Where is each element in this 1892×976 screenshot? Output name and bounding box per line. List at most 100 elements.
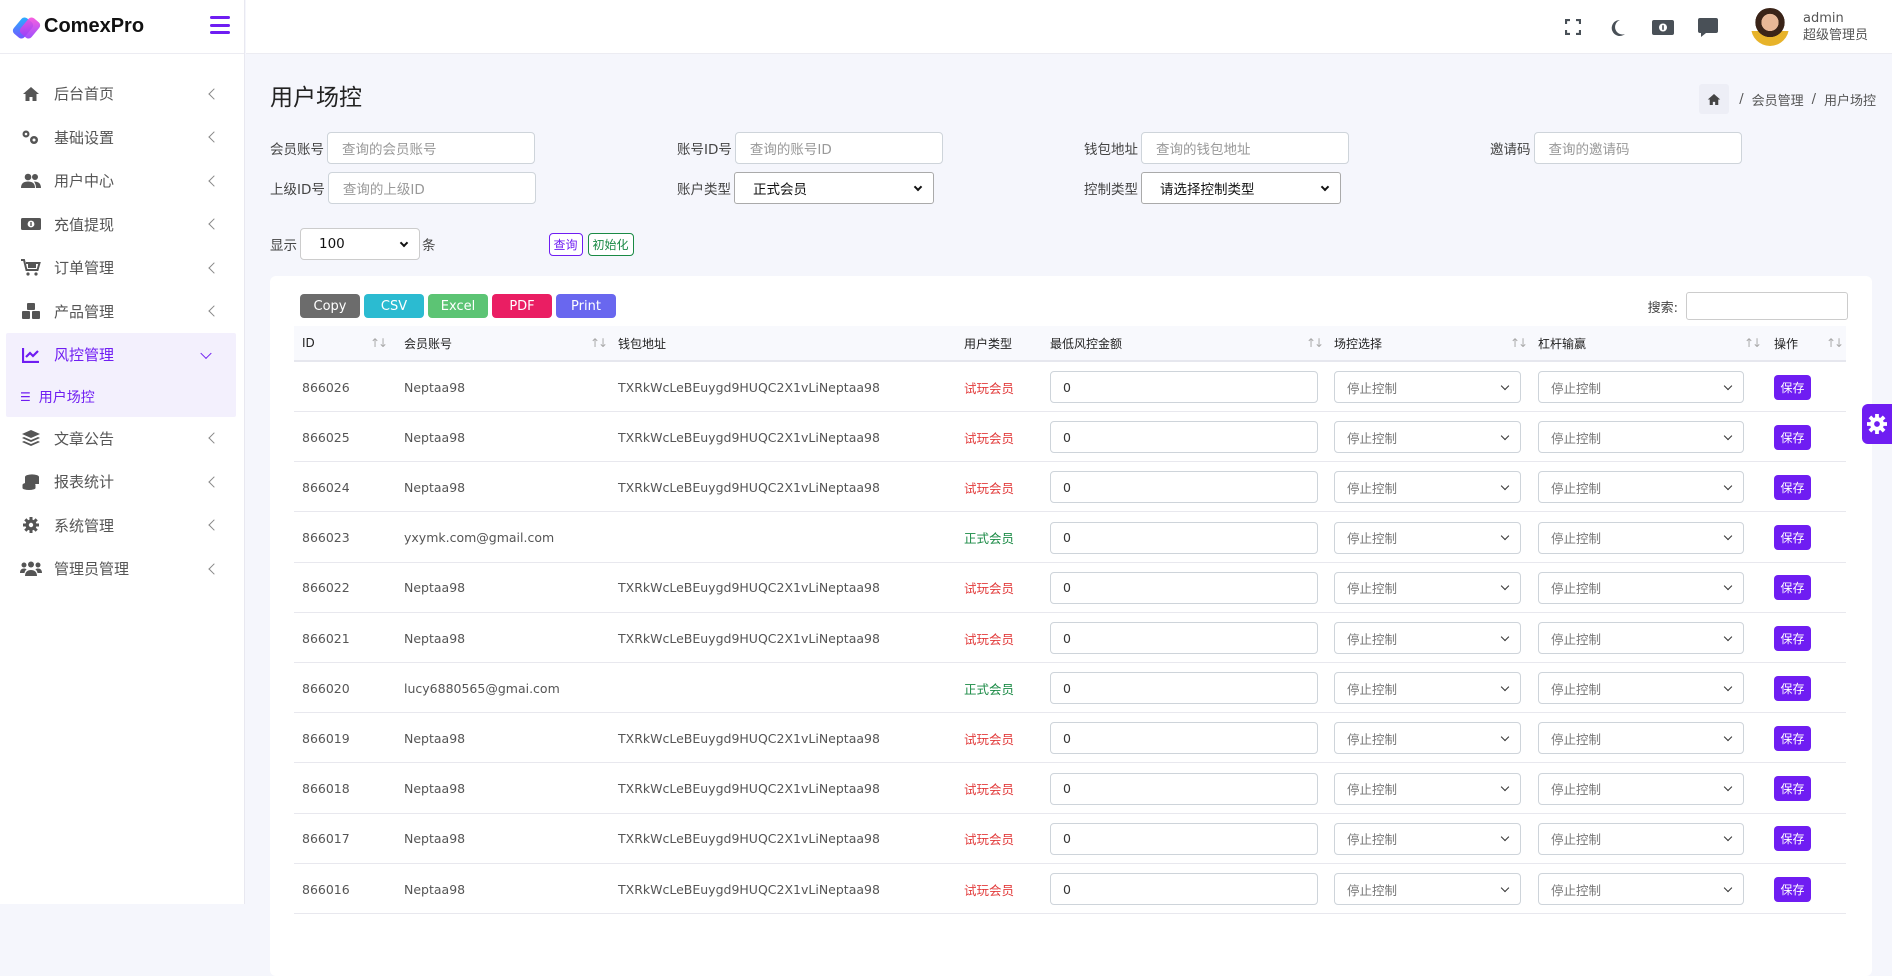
- save-button[interactable]: 保存: [1774, 726, 1811, 751]
- member-account-input[interactable]: 查询的会员账号: [327, 132, 535, 164]
- control-select[interactable]: 停止控制: [1334, 572, 1521, 604]
- sort-icon[interactable]: ↑↓: [370, 336, 386, 350]
- leverage-select[interactable]: 停止控制: [1538, 522, 1744, 554]
- min-amount-input[interactable]: 0: [1050, 471, 1318, 503]
- save-button[interactable]: 保存: [1774, 626, 1811, 651]
- sidebar-item-articles[interactable]: 文章公告: [0, 417, 244, 461]
- invite-code-input[interactable]: 查询的邀请码: [1534, 132, 1742, 164]
- min-amount-input[interactable]: 0: [1050, 572, 1318, 604]
- column-header-user-type[interactable]: 用户类型: [964, 335, 1012, 352]
- reset-button[interactable]: 初始化: [588, 233, 634, 256]
- fullscreen-icon[interactable]: [1551, 0, 1596, 54]
- leverage-select[interactable]: 停止控制: [1538, 672, 1744, 704]
- column-header-min-amount[interactable]: 最低风控金额: [1050, 335, 1122, 352]
- min-amount-input[interactable]: 0: [1050, 522, 1318, 554]
- min-amount-input[interactable]: 0: [1050, 622, 1318, 654]
- control-select[interactable]: 停止控制: [1334, 371, 1521, 403]
- min-amount-input[interactable]: 0: [1050, 672, 1318, 704]
- cell-user-type: 试玩会员: [964, 814, 1014, 864]
- sidebar-item-admins[interactable]: 管理员管理: [0, 547, 244, 591]
- parent-id-label: 上级ID号: [270, 178, 325, 198]
- excel-button[interactable]: Excel: [428, 294, 488, 318]
- wallet-input[interactable]: 查询的钱包地址: [1141, 132, 1349, 164]
- breadcrumb-home-icon[interactable]: [1699, 84, 1729, 114]
- sidebar-item-basic-settings[interactable]: 基础设置: [0, 116, 244, 160]
- money-icon[interactable]: [1641, 0, 1686, 54]
- copy-button[interactable]: Copy: [300, 294, 360, 318]
- save-button[interactable]: 保存: [1774, 525, 1811, 550]
- column-header-control[interactable]: 场控选择: [1334, 335, 1382, 352]
- sort-icon[interactable]: ↑↓: [1306, 336, 1322, 350]
- leverage-select[interactable]: 停止控制: [1538, 622, 1744, 654]
- save-button[interactable]: 保存: [1774, 375, 1811, 400]
- sidebar-item-products[interactable]: 产品管理: [0, 290, 244, 334]
- page-size-select[interactable]: 100: [300, 228, 420, 260]
- min-amount-input[interactable]: 0: [1050, 421, 1318, 453]
- sidebar-item-orders[interactable]: 订单管理: [0, 246, 244, 290]
- save-button[interactable]: 保存: [1774, 425, 1811, 450]
- breadcrumb-item[interactable]: 会员管理: [1752, 90, 1804, 109]
- leverage-select[interactable]: 停止控制: [1538, 823, 1744, 855]
- column-header-wallet[interactable]: 钱包地址: [618, 335, 666, 352]
- column-header-action[interactable]: 操作: [1774, 335, 1798, 352]
- save-button[interactable]: 保存: [1774, 575, 1811, 600]
- user-info[interactable]: admin 超级管理员: [1803, 10, 1868, 44]
- account-id-input[interactable]: 查询的账号ID: [735, 132, 943, 164]
- leverage-select[interactable]: 停止控制: [1538, 722, 1744, 754]
- sidebar-item-user-center[interactable]: 用户中心: [0, 159, 244, 203]
- control-select[interactable]: 停止控制: [1334, 522, 1521, 554]
- leverage-select[interactable]: 停止控制: [1538, 421, 1744, 453]
- leverage-select[interactable]: 停止控制: [1538, 371, 1744, 403]
- logo[interactable]: ComexPro: [0, 0, 244, 54]
- save-button[interactable]: 保存: [1774, 877, 1811, 902]
- sort-icon[interactable]: ↑↓: [1744, 336, 1760, 350]
- settings-gear-icon[interactable]: [1862, 404, 1892, 444]
- menu-toggle-icon[interactable]: [210, 16, 230, 34]
- min-amount-input[interactable]: 0: [1050, 823, 1318, 855]
- sidebar-subitem-user-control[interactable]: ☰ 用户场控: [6, 377, 236, 417]
- control-select[interactable]: 停止控制: [1334, 421, 1521, 453]
- sidebar-item-dashboard[interactable]: 后台首页: [0, 72, 244, 116]
- leverage-select[interactable]: 停止控制: [1538, 471, 1744, 503]
- column-header-id[interactable]: ID: [302, 336, 315, 350]
- print-button[interactable]: Print: [556, 294, 616, 318]
- cell-user-type: 试玩会员: [964, 864, 1014, 914]
- leverage-select[interactable]: 停止控制: [1538, 873, 1744, 905]
- control-select[interactable]: 停止控制: [1334, 471, 1521, 503]
- sort-icon[interactable]: ↑↓: [1826, 336, 1842, 350]
- control-select[interactable]: 停止控制: [1334, 773, 1521, 805]
- avatar[interactable]: [1751, 8, 1789, 46]
- min-amount-input[interactable]: 0: [1050, 873, 1318, 905]
- column-header-leverage[interactable]: 杠杆输赢: [1538, 335, 1586, 352]
- control-select[interactable]: 停止控制: [1334, 722, 1521, 754]
- leverage-select[interactable]: 停止控制: [1538, 572, 1744, 604]
- control-select[interactable]: 停止控制: [1334, 873, 1521, 905]
- min-amount-input[interactable]: 0: [1050, 773, 1318, 805]
- save-button[interactable]: 保存: [1774, 776, 1811, 801]
- account-type-select[interactable]: 正式会员: [734, 172, 934, 204]
- sidebar-item-risk-control[interactable]: 风控管理: [6, 333, 236, 377]
- pdf-button[interactable]: PDF: [492, 294, 552, 318]
- comment-icon[interactable]: [1686, 0, 1731, 54]
- save-button[interactable]: 保存: [1774, 676, 1811, 701]
- column-header-account[interactable]: 会员账号: [404, 335, 452, 352]
- save-button[interactable]: 保存: [1774, 826, 1811, 851]
- min-amount-input[interactable]: 0: [1050, 722, 1318, 754]
- moon-icon[interactable]: [1596, 0, 1641, 54]
- leverage-select[interactable]: 停止控制: [1538, 773, 1744, 805]
- search-input[interactable]: [1686, 292, 1848, 320]
- query-button[interactable]: 查询: [549, 233, 583, 256]
- parent-id-input[interactable]: 查询的上级ID: [328, 172, 536, 204]
- control-select[interactable]: 停止控制: [1334, 823, 1521, 855]
- sidebar-item-system[interactable]: 系统管理: [0, 504, 244, 548]
- control-select[interactable]: 停止控制: [1334, 672, 1521, 704]
- sort-icon[interactable]: ↑↓: [590, 336, 606, 350]
- min-amount-input[interactable]: 0: [1050, 371, 1318, 403]
- control-select[interactable]: 停止控制: [1334, 622, 1521, 654]
- save-button[interactable]: 保存: [1774, 475, 1811, 500]
- sidebar-item-reports[interactable]: 报表统计: [0, 460, 244, 504]
- sort-icon[interactable]: ↑↓: [1510, 336, 1526, 350]
- csv-button[interactable]: CSV: [364, 294, 424, 318]
- sidebar-item-deposit-withdraw[interactable]: 充值提现: [0, 203, 244, 247]
- control-type-select[interactable]: 请选择控制类型: [1141, 172, 1341, 204]
